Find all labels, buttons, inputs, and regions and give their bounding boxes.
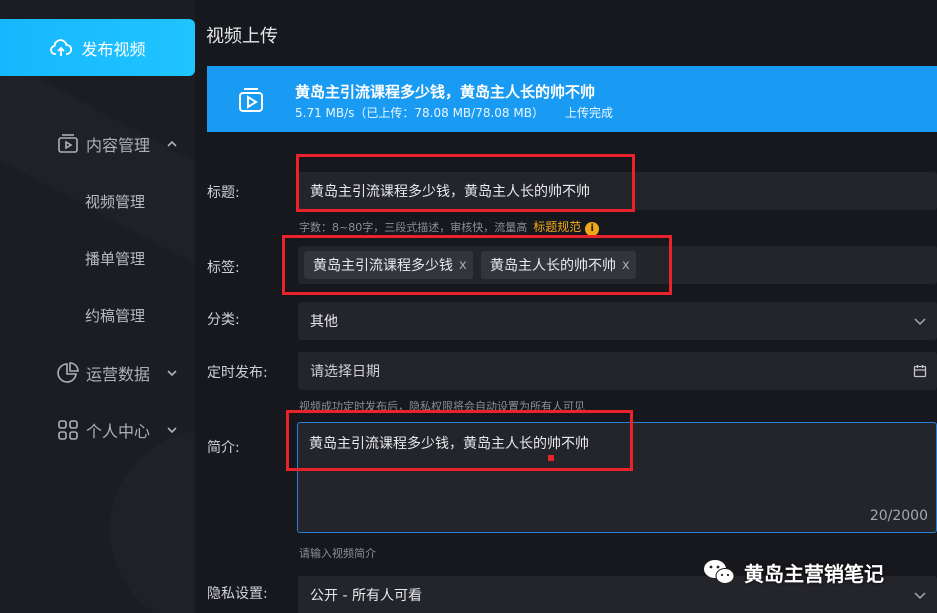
description-textarea[interactable]: 黄岛主引流课程多少钱，黄岛主人长的帅不帅 20/2000 bbox=[297, 422, 937, 533]
calendar-icon bbox=[913, 365, 927, 378]
video-file-icon bbox=[239, 88, 263, 112]
tag-chip: 黄岛主人长的帅不帅 x bbox=[481, 251, 636, 279]
title-input-value: 黄岛主引流课程多少钱，黄岛主人长的帅不帅 bbox=[310, 184, 590, 200]
schedule-placeholder: 请选择日期 bbox=[310, 364, 380, 380]
schedule-label: 定时发布: bbox=[207, 365, 268, 381]
tags-label: 标签: bbox=[207, 260, 240, 276]
play-box-icon bbox=[58, 134, 78, 153]
chevron-down-icon bbox=[167, 427, 177, 434]
sidebar-item-video-management[interactable]: 视频管理 bbox=[0, 181, 195, 221]
sidebar-item-personal-center[interactable]: 个人中心 bbox=[0, 410, 195, 450]
title-hint-text: 字数：8~80字，三段式描述，审核快，流量高 bbox=[299, 221, 528, 234]
sidebar-item-label: 播单管理 bbox=[85, 249, 146, 268]
main-content: 视频上传 黄岛主引流课程多少钱，黄岛主人长的帅不帅 5.71 MB/s（已上传：… bbox=[195, 0, 937, 613]
title-label: 标题: bbox=[207, 185, 240, 201]
description-hint: 请输入视频简介 bbox=[299, 547, 376, 560]
info-icon: i bbox=[585, 222, 600, 236]
title-input[interactable]: 黄岛主引流课程多少钱，黄岛主人长的帅不帅 bbox=[298, 172, 937, 210]
sidebar-item-commission-management[interactable]: 约稿管理 bbox=[0, 295, 195, 335]
sidebar-item-label: 视频管理 bbox=[85, 192, 146, 211]
upload-file-title: 黄岛主引流课程多少钱，黄岛主人长的帅不帅 bbox=[295, 83, 596, 101]
schedule-hint: 视频成功定时发布后，隐私权限将会自动设置为所有人可见 bbox=[299, 400, 585, 413]
tag-remove-icon[interactable]: x bbox=[459, 258, 467, 273]
sidebar-item-content-management[interactable]: 内容管理 bbox=[0, 124, 195, 164]
sidebar-decoration-circle bbox=[110, 430, 195, 613]
title-hint: 字数：8~80字，三段式描述，审核快，流量高 标题规范 i bbox=[299, 218, 600, 236]
chevron-down-icon bbox=[914, 592, 926, 600]
category-value: 其他 bbox=[310, 314, 338, 330]
sidebar-item-label: 内容管理 bbox=[86, 136, 151, 155]
sidebar-item-label: 个人中心 bbox=[86, 422, 151, 441]
wechat-icon bbox=[704, 560, 735, 584]
chevron-up-icon bbox=[167, 140, 177, 147]
sidebar: 发布视频 内容管理 视频管理 播单管理 约稿管理 运营数据 个人中心 bbox=[0, 0, 195, 613]
description-value: 黄岛主引流课程多少钱，黄岛主人长的帅不帅 bbox=[309, 436, 589, 452]
chevron-down-icon bbox=[167, 370, 177, 377]
tag-chip-label: 黄岛主引流课程多少钱 bbox=[313, 258, 453, 274]
description-label: 简介: bbox=[207, 440, 240, 456]
category-label: 分类: bbox=[207, 312, 240, 328]
sidebar-item-playlist-management[interactable]: 播单管理 bbox=[0, 238, 195, 278]
category-select[interactable]: 其他 bbox=[298, 302, 937, 340]
watermark-text: 黄岛主营销笔记 bbox=[744, 561, 884, 586]
annotation-marker bbox=[548, 455, 554, 461]
upload-progress-text: 5.71 MB/s（已上传：78.08 MB/78.08 MB） bbox=[295, 106, 544, 120]
tag-chip: 黄岛主引流课程多少钱 x bbox=[304, 251, 473, 279]
pie-chart-icon bbox=[57, 362, 79, 383]
sidebar-item-operations-data[interactable]: 运营数据 bbox=[0, 353, 195, 393]
publish-video-button[interactable]: 发布视频 bbox=[0, 19, 195, 76]
tag-chip-label: 黄岛主人长的帅不帅 bbox=[490, 258, 616, 274]
tag-remove-icon[interactable]: x bbox=[622, 258, 630, 273]
grid-icon bbox=[58, 420, 78, 440]
chevron-down-icon bbox=[914, 318, 926, 326]
title-rule-link[interactable]: 标题规范 bbox=[533, 220, 581, 234]
page-title: 视频上传 bbox=[206, 26, 278, 47]
watermark: 黄岛主营销笔记 bbox=[702, 556, 884, 588]
schedule-date-picker[interactable]: 请选择日期 bbox=[298, 352, 937, 390]
privacy-value: 公开 - 所有人可看 bbox=[310, 588, 422, 604]
description-char-count: 20/2000 bbox=[869, 508, 928, 524]
tags-input[interactable]: 黄岛主引流课程多少钱 x 黄岛主人长的帅不帅 x bbox=[298, 246, 937, 284]
sidebar-item-label: 运营数据 bbox=[86, 365, 151, 384]
sidebar-item-label: 约稿管理 bbox=[85, 306, 146, 325]
privacy-label: 隐私设置: bbox=[207, 586, 268, 602]
publish-video-label: 发布视频 bbox=[81, 39, 146, 59]
cloud-upload-icon bbox=[50, 38, 73, 56]
upload-status-text: 上传完成 bbox=[565, 106, 614, 120]
upload-status-banner: 黄岛主引流课程多少钱，黄岛主人长的帅不帅 5.71 MB/s（已上传：78.08… bbox=[207, 66, 937, 132]
